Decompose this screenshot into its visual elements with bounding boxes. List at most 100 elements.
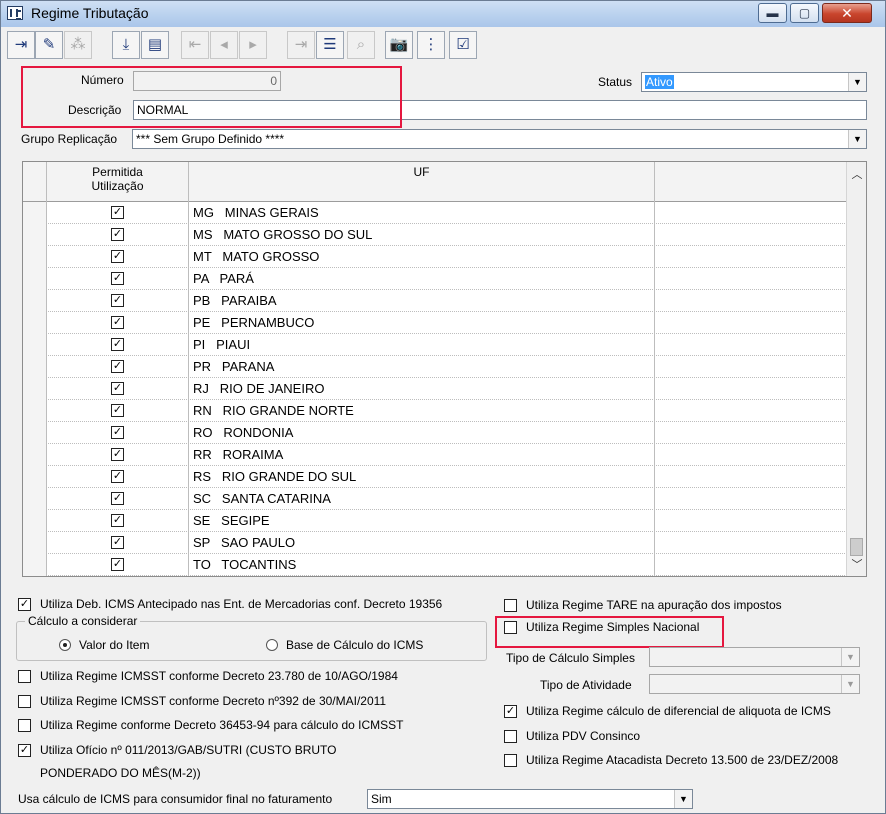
table-row[interactable]: ✓ RN RIO GRANDE NORTE: [23, 400, 847, 422]
uf-cell[interactable]: SC SANTA CATARINA: [189, 488, 655, 510]
uf-cell[interactable]: RR RORAIMA: [189, 444, 655, 466]
checkbox-box[interactable]: [18, 719, 31, 732]
row-indicator[interactable]: [23, 444, 47, 466]
row-indicator[interactable]: [23, 400, 47, 422]
permitida-cell[interactable]: ✓: [47, 290, 189, 312]
uf-cell[interactable]: MS MATO GROSSO DO SUL: [189, 224, 655, 246]
permitida-cell[interactable]: ✓: [47, 400, 189, 422]
permitida-cell[interactable]: ✓: [47, 202, 189, 224]
table-row[interactable]: ✓ RS RIO GRANDE DO SUL: [23, 466, 847, 488]
table-row[interactable]: ✓ PR PARANA: [23, 356, 847, 378]
consumidor-final-select[interactable]: Sim ▼: [367, 789, 693, 809]
row-indicator[interactable]: [23, 268, 47, 290]
permitida-checkbox[interactable]: ✓: [111, 338, 124, 351]
checkbox-box[interactable]: [504, 599, 517, 612]
sitemap-icon[interactable]: ⁂: [64, 31, 92, 59]
row-indicator[interactable]: [23, 554, 47, 576]
permitida-checkbox[interactable]: ✓: [111, 206, 124, 219]
scroll-up-icon[interactable]: ︿: [849, 166, 865, 182]
permitida-cell[interactable]: ✓: [47, 356, 189, 378]
permitida-cell[interactable]: ✓: [47, 246, 189, 268]
permitida-cell[interactable]: ✓: [47, 444, 189, 466]
save-icon[interactable]: ⤓: [112, 31, 140, 59]
permitida-checkbox[interactable]: ✓: [111, 536, 124, 549]
radio-base-calculo[interactable]: [266, 639, 278, 651]
row-indicator[interactable]: [23, 378, 47, 400]
permitida-checkbox[interactable]: ✓: [111, 228, 124, 241]
table-row[interactable]: ✓ RR RORAIMA: [23, 444, 847, 466]
row-indicator[interactable]: [23, 356, 47, 378]
checkbox-box[interactable]: [504, 621, 517, 634]
permitida-checkbox[interactable]: ✓: [111, 272, 124, 285]
last-record-icon[interactable]: ⇥: [287, 31, 315, 59]
permitida-cell[interactable]: ✓: [47, 268, 189, 290]
row-indicator[interactable]: [23, 334, 47, 356]
permitida-cell[interactable]: ✓: [47, 510, 189, 532]
table-row[interactable]: ✓ SC SANTA CATARINA: [23, 488, 847, 510]
grupo-replicacao-select[interactable]: *** Sem Grupo Definido **** ▼: [132, 129, 867, 149]
scroll-thumb[interactable]: [850, 538, 863, 556]
uf-cell[interactable]: PI PIAUI: [189, 334, 655, 356]
uf-cell[interactable]: PB PARAIBA: [189, 290, 655, 312]
permitida-cell[interactable]: ✓: [47, 422, 189, 444]
table-row[interactable]: ✓ PB PARAIBA: [23, 290, 847, 312]
table-row[interactable]: ✓ PA PARÁ: [23, 268, 847, 290]
permitida-checkbox[interactable]: ✓: [111, 492, 124, 505]
table-row[interactable]: ✓ SP SAO PAULO: [23, 532, 847, 554]
chevron-down-icon[interactable]: ▼: [848, 130, 866, 148]
permitida-checkbox[interactable]: ✓: [111, 514, 124, 527]
permitida-checkbox[interactable]: ✓: [111, 316, 124, 329]
row-indicator[interactable]: [23, 510, 47, 532]
tipo-atividade-select[interactable]: ▼: [649, 674, 860, 694]
chevron-down-icon[interactable]: ▼: [841, 675, 859, 693]
uf-cell[interactable]: SP SAO PAULO: [189, 532, 655, 554]
uf-cell[interactable]: MT MATO GROSSO: [189, 246, 655, 268]
first-record-icon[interactable]: ⇤: [181, 31, 209, 59]
table-row[interactable]: ✓ PI PIAUI: [23, 334, 847, 356]
list-icon[interactable]: ☰: [316, 31, 344, 59]
table-row[interactable]: ✓ RO RONDONIA: [23, 422, 847, 444]
next-record-icon[interactable]: ▸: [239, 31, 267, 59]
uf-cell[interactable]: RN RIO GRANDE NORTE: [189, 400, 655, 422]
grid-vertical-scrollbar[interactable]: ︿ ﹀: [846, 162, 866, 576]
delete-icon[interactable]: ▤: [141, 31, 169, 59]
header-permitida-utilizacao[interactable]: Permitida Utilização: [47, 162, 189, 202]
descricao-field[interactable]: NORMAL: [133, 100, 867, 120]
row-indicator[interactable]: [23, 312, 47, 334]
permitida-cell[interactable]: ✓: [47, 378, 189, 400]
permitida-checkbox[interactable]: ✓: [111, 250, 124, 263]
uf-cell[interactable]: RJ RIO DE JANEIRO: [189, 378, 655, 400]
table-row[interactable]: ✓ PE PERNAMBUCO: [23, 312, 847, 334]
checklist-icon[interactable]: ☑: [449, 31, 477, 59]
table-row[interactable]: ✓ MT MATO GROSSO: [23, 246, 847, 268]
row-indicator[interactable]: [23, 532, 47, 554]
chevron-down-icon[interactable]: ▼: [841, 648, 859, 666]
uf-cell[interactable]: PE PERNAMBUCO: [189, 312, 655, 334]
uf-cell[interactable]: MG MINAS GERAIS: [189, 202, 655, 224]
minimize-button[interactable]: ▬: [758, 3, 787, 23]
checkbox-box[interactable]: [18, 670, 31, 683]
permitida-checkbox[interactable]: ✓: [111, 360, 124, 373]
permitida-cell[interactable]: ✓: [47, 488, 189, 510]
row-indicator[interactable]: [23, 224, 47, 246]
permitida-cell[interactable]: ✓: [47, 334, 189, 356]
scroll-down-icon[interactable]: ﹀: [849, 556, 865, 572]
row-indicator[interactable]: [23, 246, 47, 268]
table-row[interactable]: ✓ RJ RIO DE JANEIRO: [23, 378, 847, 400]
uf-cell[interactable]: RO RONDONIA: [189, 422, 655, 444]
permitida-cell[interactable]: ✓: [47, 532, 189, 554]
permitida-checkbox[interactable]: ✓: [111, 470, 124, 483]
chevron-down-icon[interactable]: ▼: [848, 73, 866, 91]
uf-cell[interactable]: PA PARÁ: [189, 268, 655, 290]
table-row[interactable]: ✓ SE SEGIPE: [23, 510, 847, 532]
checkbox-box[interactable]: [18, 695, 31, 708]
previous-record-icon[interactable]: ◂: [210, 31, 238, 59]
checkbox-box[interactable]: [504, 730, 517, 743]
camera-icon[interactable]: 📷: [385, 31, 413, 59]
row-indicator[interactable]: [23, 466, 47, 488]
uf-cell[interactable]: TO TOCANTINS: [189, 554, 655, 576]
header-uf[interactable]: UF: [189, 162, 655, 202]
permitida-checkbox[interactable]: ✓: [111, 294, 124, 307]
permitida-cell[interactable]: ✓: [47, 466, 189, 488]
status-select[interactable]: Ativo ▼: [641, 72, 867, 92]
